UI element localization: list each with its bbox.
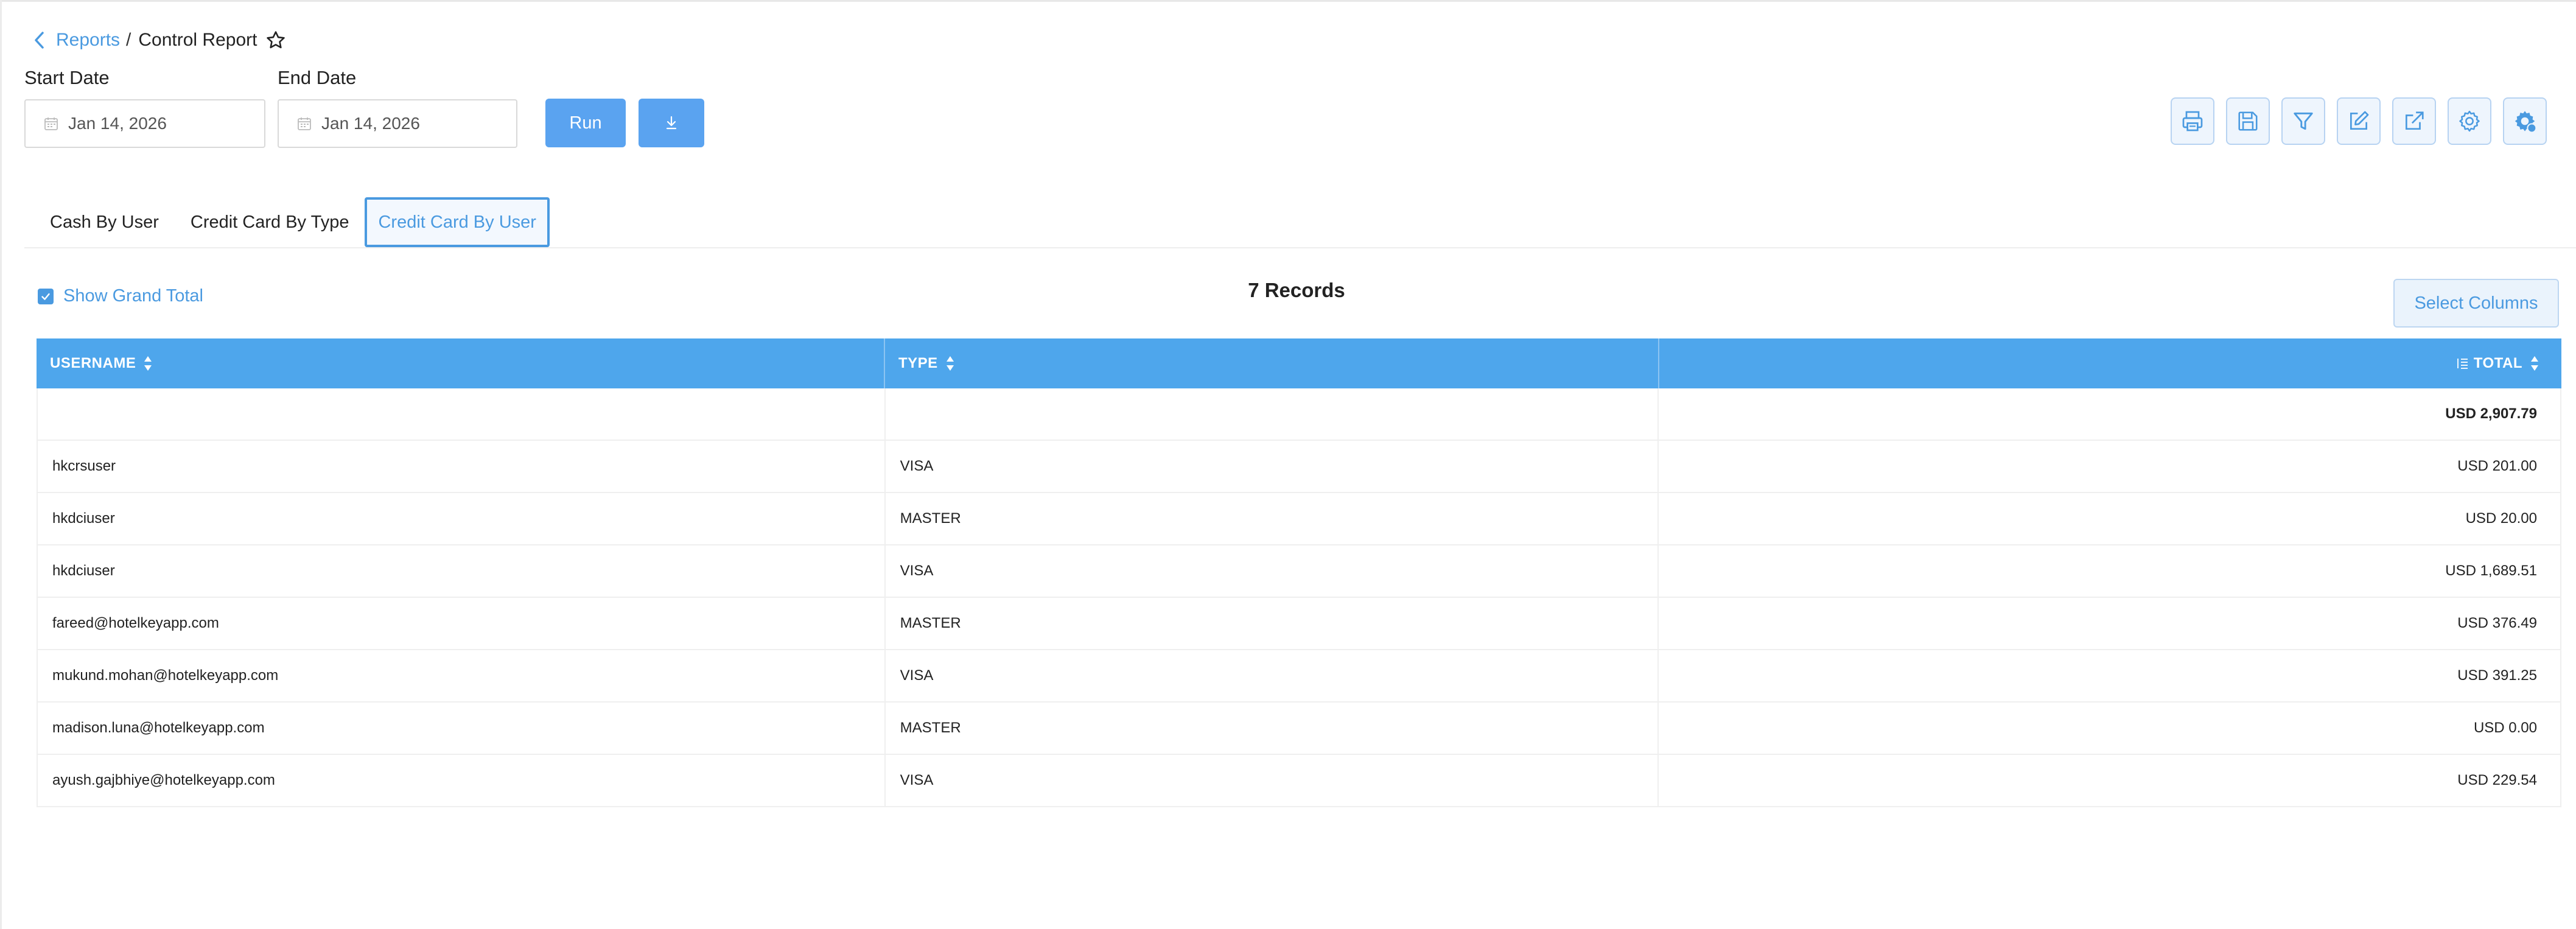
- cell-username: mukund.mohan@hotelkeyapp.com: [38, 650, 886, 701]
- cell-type: VISA: [886, 650, 1659, 701]
- cell-type: VISA: [886, 441, 1659, 492]
- sort-icon[interactable]: [2530, 355, 2539, 372]
- open-external-button[interactable]: [2392, 97, 2436, 145]
- cell-type: VISA: [886, 545, 1659, 597]
- settings-button[interactable]: [2448, 97, 2491, 145]
- grand-total-username: [38, 388, 886, 440]
- table-row[interactable]: hkdciuser MASTER USD 20.00: [37, 493, 2561, 545]
- chevron-left-icon[interactable]: [30, 27, 47, 54]
- window-top-border: [0, 0, 2576, 2]
- sort-icon[interactable]: [945, 355, 955, 372]
- breadcrumb-separator: /: [126, 30, 131, 50]
- start-date-input[interactable]: [68, 114, 226, 133]
- download-button[interactable]: [639, 99, 704, 147]
- checkbox-checked-icon[interactable]: [38, 288, 54, 304]
- select-columns-button[interactable]: Select Columns: [2393, 279, 2559, 328]
- breadcrumb-reports-link[interactable]: Reports: [56, 30, 120, 51]
- tab-credit-card-by-user[interactable]: Credit Card By User: [365, 197, 550, 247]
- tabs-divider: [24, 247, 2576, 248]
- cell-total: USD 376.49: [2457, 615, 2537, 631]
- report-table: USERNAME TYPE TOTAL USD 2,907.79 hkcrsus…: [37, 338, 2561, 807]
- table-row[interactable]: madison.luna@hotelkeyapp.com MASTER USD …: [37, 703, 2561, 755]
- column-header-label: TYPE: [898, 355, 938, 371]
- calendar-icon: [44, 116, 58, 131]
- print-button[interactable]: [2171, 97, 2214, 145]
- cell-total: USD 201.00: [2457, 458, 2537, 474]
- download-icon: [664, 115, 679, 131]
- page-title: Control Report: [138, 30, 257, 50]
- cell-username: hkcrsuser: [38, 441, 886, 492]
- table-row[interactable]: mukund.mohan@hotelkeyapp.com VISA USD 39…: [37, 650, 2561, 703]
- cell-type: VISA: [886, 755, 1659, 806]
- cell-type: MASTER: [886, 493, 1659, 544]
- column-header-label: TOTAL: [2473, 355, 2522, 371]
- cell-username: fareed@hotelkeyapp.com: [38, 598, 886, 649]
- window-left-border: [0, 0, 2, 929]
- edit-button[interactable]: [2337, 97, 2381, 145]
- numeric-column-icon: [2455, 357, 2469, 370]
- edit-icon: [2347, 110, 2370, 133]
- cell-total: USD 1,689.51: [2445, 563, 2537, 579]
- cell-username: ayush.gajbhiye@hotelkeyapp.com: [38, 755, 886, 806]
- save-icon: [2236, 110, 2259, 133]
- star-icon[interactable]: [265, 30, 286, 51]
- calendar-icon: [297, 116, 312, 131]
- show-grand-total-label[interactable]: Show Grand Total: [63, 286, 203, 306]
- save-button[interactable]: [2226, 97, 2270, 145]
- run-button[interactable]: Run: [545, 99, 626, 147]
- cell-type: MASTER: [886, 598, 1659, 649]
- grand-total-row: USD 2,907.79: [37, 388, 2561, 441]
- table-row[interactable]: hkcrsuser VISA USD 201.00: [37, 441, 2561, 493]
- cell-type: MASTER: [886, 703, 1659, 754]
- cell-total: USD 229.54: [2457, 772, 2537, 788]
- print-icon: [2180, 109, 2205, 133]
- settings-icon: [2457, 109, 2482, 133]
- start-date-field[interactable]: [24, 99, 265, 148]
- report-tabs: Cash By User Credit Card By Type Credit …: [34, 197, 550, 247]
- table-row[interactable]: ayush.gajbhiye@hotelkeyapp.com VISA USD …: [37, 755, 2561, 807]
- end-date-field[interactable]: [278, 99, 517, 148]
- gear-badge-icon: [2512, 108, 2538, 134]
- tab-credit-card-by-type[interactable]: Credit Card By Type: [175, 197, 365, 247]
- end-date-label: End Date: [278, 67, 357, 88]
- sort-icon[interactable]: [143, 355, 153, 372]
- table-row[interactable]: hkdciuser VISA USD 1,689.51: [37, 545, 2561, 598]
- column-header-type[interactable]: TYPE: [885, 338, 1659, 388]
- table-row[interactable]: fareed@hotelkeyapp.com MASTER USD 376.49: [37, 598, 2561, 650]
- breadcrumb: Reports / Control Report: [30, 27, 286, 54]
- column-header-label: USERNAME: [50, 355, 136, 371]
- records-count: 7 Records: [1248, 279, 1345, 301]
- cell-total: USD 0.00: [2473, 720, 2537, 736]
- cell-username: hkdciuser: [38, 493, 886, 544]
- start-date-label: Start Date: [24, 67, 110, 88]
- show-grand-total-toggle[interactable]: Show Grand Total: [38, 286, 203, 306]
- cell-total: USD 20.00: [2465, 510, 2537, 527]
- cell-username: madison.luna@hotelkeyapp.com: [38, 703, 886, 754]
- table-header: USERNAME TYPE TOTAL: [37, 338, 2561, 388]
- cell-username: hkdciuser: [38, 545, 886, 597]
- tab-cash-by-user[interactable]: Cash By User: [34, 197, 175, 247]
- column-header-total[interactable]: TOTAL: [1659, 338, 2561, 388]
- column-header-username[interactable]: USERNAME: [37, 338, 885, 388]
- filter-button[interactable]: [2281, 97, 2325, 145]
- grand-total-type: [886, 388, 1659, 440]
- external-link-icon: [2403, 110, 2426, 133]
- end-date-input[interactable]: [321, 114, 480, 133]
- advanced-settings-button[interactable]: [2503, 97, 2547, 145]
- grand-total-value: USD 2,907.79: [2445, 405, 2537, 422]
- filter-icon: [2292, 110, 2315, 133]
- cell-total: USD 391.25: [2457, 667, 2537, 684]
